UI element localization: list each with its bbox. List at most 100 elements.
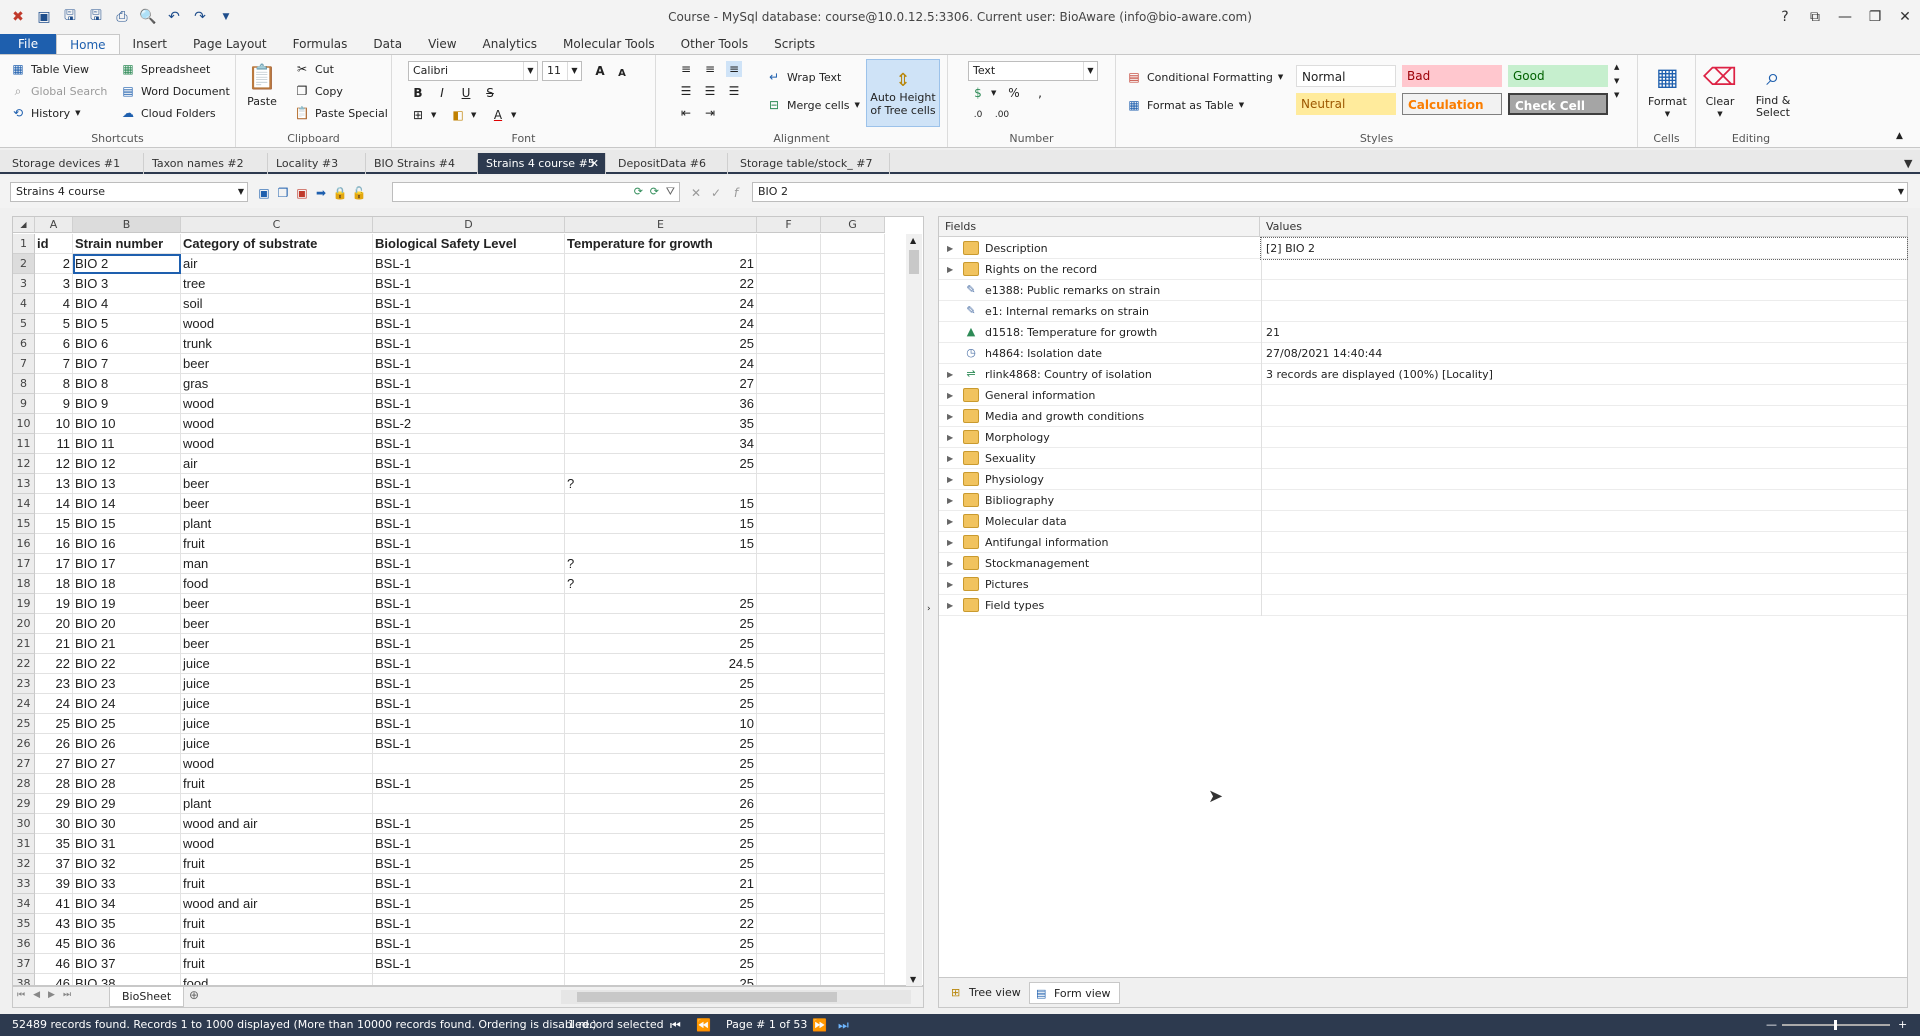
format-button[interactable]: ▦ Format ▼ xyxy=(1648,61,1687,118)
field-row[interactable]: ▶ General information xyxy=(939,385,1907,406)
borders-button[interactable]: ⊞ ▼ xyxy=(410,107,436,123)
row-header[interactable]: 13 xyxy=(13,474,35,494)
data-cell[interactable]: BSL-1 xyxy=(373,274,565,294)
unlock-record-icon[interactable]: 🔓 xyxy=(351,185,367,201)
lock-record-icon[interactable]: 🔒 xyxy=(332,185,348,201)
data-cell[interactable] xyxy=(821,854,885,874)
expand-arrow-icon[interactable]: ▶ xyxy=(947,574,957,595)
align-right-button[interactable]: ☰ xyxy=(726,83,742,99)
global-search-button[interactable]: ⌕ Global Search xyxy=(10,83,108,99)
row-header[interactable]: 7 xyxy=(13,354,35,374)
last-sheet-icon[interactable]: ⏭ xyxy=(63,990,71,1000)
row-header[interactable]: 3 xyxy=(13,274,35,294)
data-cell[interactable]: BSL-1 xyxy=(373,614,565,634)
data-cell[interactable]: BSL-1 xyxy=(373,654,565,674)
print-icon[interactable]: ⎙ xyxy=(112,7,132,27)
data-cell[interactable] xyxy=(821,374,885,394)
zoom-out-icon[interactable]: — xyxy=(1766,1014,1777,1036)
field-value[interactable] xyxy=(1261,427,1907,448)
data-cell[interactable]: BSL-1 xyxy=(373,554,565,574)
data-cell[interactable]: BSL-1 xyxy=(373,894,565,914)
row-header[interactable]: 2 xyxy=(13,254,35,274)
vertical-scrollbar[interactable]: ▲ ▼ xyxy=(906,234,922,986)
data-cell[interactable]: BSL-1 xyxy=(373,834,565,854)
data-cell[interactable]: 27 xyxy=(35,754,73,774)
last-page-icon[interactable]: ⏭ xyxy=(838,1014,849,1036)
field-value[interactable] xyxy=(1261,301,1907,322)
data-cell[interactable]: tree xyxy=(181,274,373,294)
data-cell[interactable]: BIO 35 xyxy=(73,914,181,934)
header-cell[interactable]: id xyxy=(35,234,73,254)
row-header[interactable]: 18 xyxy=(13,574,35,594)
data-cell[interactable] xyxy=(757,834,821,854)
field-value[interactable] xyxy=(1261,490,1907,511)
data-cell[interactable]: BIO 14 xyxy=(73,494,181,514)
data-cell[interactable]: BIO 10 xyxy=(73,414,181,434)
row-header[interactable]: 26 xyxy=(13,734,35,754)
decrease-decimal-button[interactable]: .00 xyxy=(994,107,1010,123)
data-cell[interactable]: BSL-1 xyxy=(373,774,565,794)
decrease-indent-button[interactable]: ⇤ xyxy=(678,105,694,121)
data-cell[interactable] xyxy=(821,494,885,514)
doc-tab-bio-strains[interactable]: BIO Strains #4 xyxy=(366,153,478,174)
data-cell[interactable]: 45 xyxy=(35,934,73,954)
field-value[interactable] xyxy=(1261,595,1907,616)
data-cell[interactable]: 23 xyxy=(35,674,73,694)
chevron-down-icon[interactable]: ▼ xyxy=(238,183,244,201)
app-icon[interactable]: ✖ xyxy=(8,7,28,27)
row-header[interactable]: 24 xyxy=(13,694,35,714)
values-column-header[interactable]: Values xyxy=(1259,217,1907,237)
field-value[interactable]: 21 xyxy=(1261,322,1907,343)
field-row[interactable]: ▶ Sexuality xyxy=(939,448,1907,469)
data-cell[interactable]: BIO 9 xyxy=(73,394,181,414)
data-cell[interactable]: BSL-1 xyxy=(373,714,565,734)
field-value[interactable]: 27/08/2021 14:40:44 xyxy=(1261,343,1907,364)
data-cell[interactable] xyxy=(757,454,821,474)
data-cell[interactable]: ? xyxy=(565,474,757,494)
data-cell[interactable] xyxy=(757,494,821,514)
column-header[interactable]: F xyxy=(757,217,821,233)
data-cell[interactable] xyxy=(757,354,821,374)
tab-home[interactable]: Home xyxy=(56,34,120,54)
data-cell[interactable] xyxy=(757,854,821,874)
field-row[interactable]: ✎ e1388: Public remarks on strain xyxy=(939,280,1907,301)
new-record-icon[interactable]: ▣ xyxy=(256,185,272,201)
row-header[interactable]: 33 xyxy=(13,874,35,894)
data-cell[interactable]: fruit xyxy=(181,854,373,874)
data-cell[interactable]: BSL-1 xyxy=(373,934,565,954)
undo-icon[interactable]: ↶ xyxy=(164,7,184,27)
data-cell[interactable]: food xyxy=(181,574,373,594)
data-cell[interactable]: 21 xyxy=(565,254,757,274)
data-cell[interactable]: BIO 16 xyxy=(73,534,181,554)
field-value[interactable] xyxy=(1261,280,1907,301)
data-cell[interactable] xyxy=(757,874,821,894)
collapse-panel-icon[interactable]: › xyxy=(927,604,931,614)
data-cell[interactable] xyxy=(821,454,885,474)
row-header[interactable]: 10 xyxy=(13,414,35,434)
data-cell[interactable] xyxy=(821,894,885,914)
row-header[interactable]: 37 xyxy=(13,954,35,974)
data-cell[interactable] xyxy=(757,934,821,954)
data-cell[interactable]: 25 xyxy=(565,674,757,694)
data-cell[interactable] xyxy=(757,974,821,985)
row-header[interactable]: 15 xyxy=(13,514,35,534)
spreadsheet-button[interactable]: ▦ Spreadsheet xyxy=(120,61,210,77)
data-cell[interactable] xyxy=(821,514,885,534)
word-document-button[interactable]: ▤ Word Document xyxy=(120,83,229,99)
row-header[interactable]: 9 xyxy=(13,394,35,414)
first-sheet-icon[interactable]: ⏮ xyxy=(17,990,25,1000)
row-header[interactable]: 28 xyxy=(13,774,35,794)
data-cell[interactable]: 25 xyxy=(565,454,757,474)
number-format-combo[interactable]: Text ▼ xyxy=(968,61,1098,81)
row-header[interactable]: 30 xyxy=(13,814,35,834)
doc-tab-depositdata[interactable]: DepositData #6 xyxy=(610,153,728,174)
underline-button[interactable]: U xyxy=(458,85,474,101)
row-header[interactable]: 32 xyxy=(13,854,35,874)
data-cell[interactable] xyxy=(757,954,821,974)
row-header[interactable]: 1 xyxy=(13,234,35,254)
tab-other-tools[interactable]: Other Tools xyxy=(668,34,761,54)
data-cell[interactable]: 24 xyxy=(565,314,757,334)
data-cell[interactable]: 25 xyxy=(565,614,757,634)
refresh-green-icon[interactable]: ⟳ xyxy=(634,183,643,201)
column-header[interactable]: E xyxy=(565,217,757,233)
